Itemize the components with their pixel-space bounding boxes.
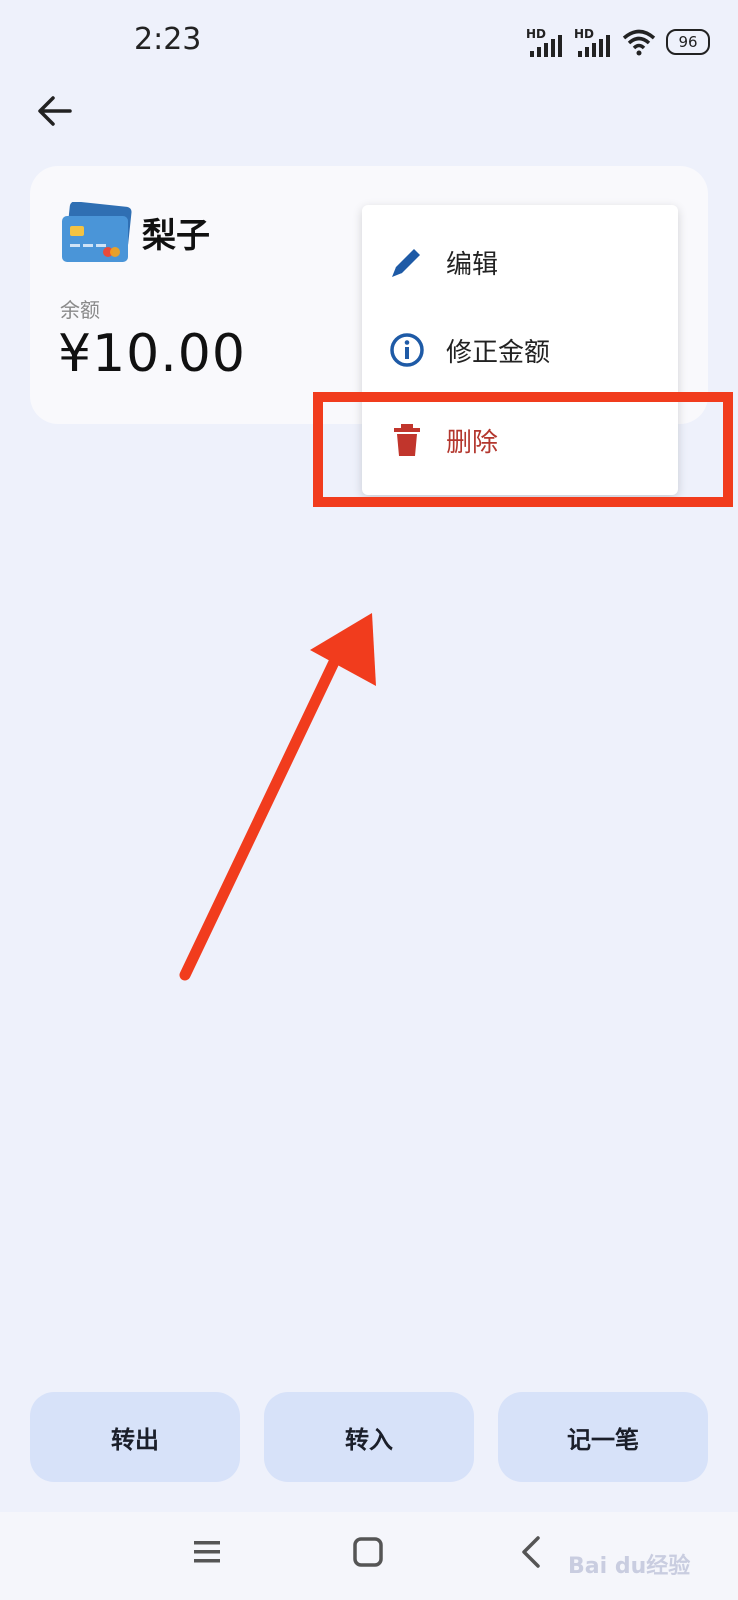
- battery-icon: 96: [666, 29, 710, 55]
- account-name: 梨子: [142, 216, 210, 256]
- highlight-box: [313, 392, 733, 507]
- status-time: 2:23: [134, 22, 202, 57]
- status-bar: 2:23 HD HD 96: [0, 0, 738, 86]
- menu-item-adjust-amount[interactable]: 修正金额: [362, 305, 678, 395]
- balance-label: 余额: [60, 298, 100, 322]
- status-icons: HD HD 96: [526, 24, 710, 60]
- balance-value: ¥10.00: [58, 324, 246, 384]
- signal-icon: HD: [574, 27, 612, 57]
- menu-item-label: 编辑: [446, 249, 499, 280]
- info-icon: [390, 333, 424, 367]
- menu-item-edit[interactable]: 编辑: [362, 217, 678, 307]
- pencil-icon: [392, 249, 420, 277]
- signal-icon: HD: [526, 27, 564, 57]
- menu-icon[interactable]: [186, 1532, 226, 1572]
- back-chevron-icon[interactable]: [512, 1532, 552, 1572]
- add-record-button[interactable]: 记一笔: [498, 1392, 708, 1482]
- wifi-icon: [622, 29, 656, 56]
- watermark: Bai du经验: [568, 1554, 691, 1579]
- transfer-out-button[interactable]: 转出: [30, 1392, 240, 1482]
- home-square-icon[interactable]: [348, 1532, 388, 1572]
- transfer-in-button[interactable]: 转入: [264, 1392, 474, 1482]
- menu-item-label: 修正金额: [446, 337, 551, 368]
- back-arrow-icon[interactable]: [36, 92, 74, 130]
- credit-card-icon: [62, 202, 132, 262]
